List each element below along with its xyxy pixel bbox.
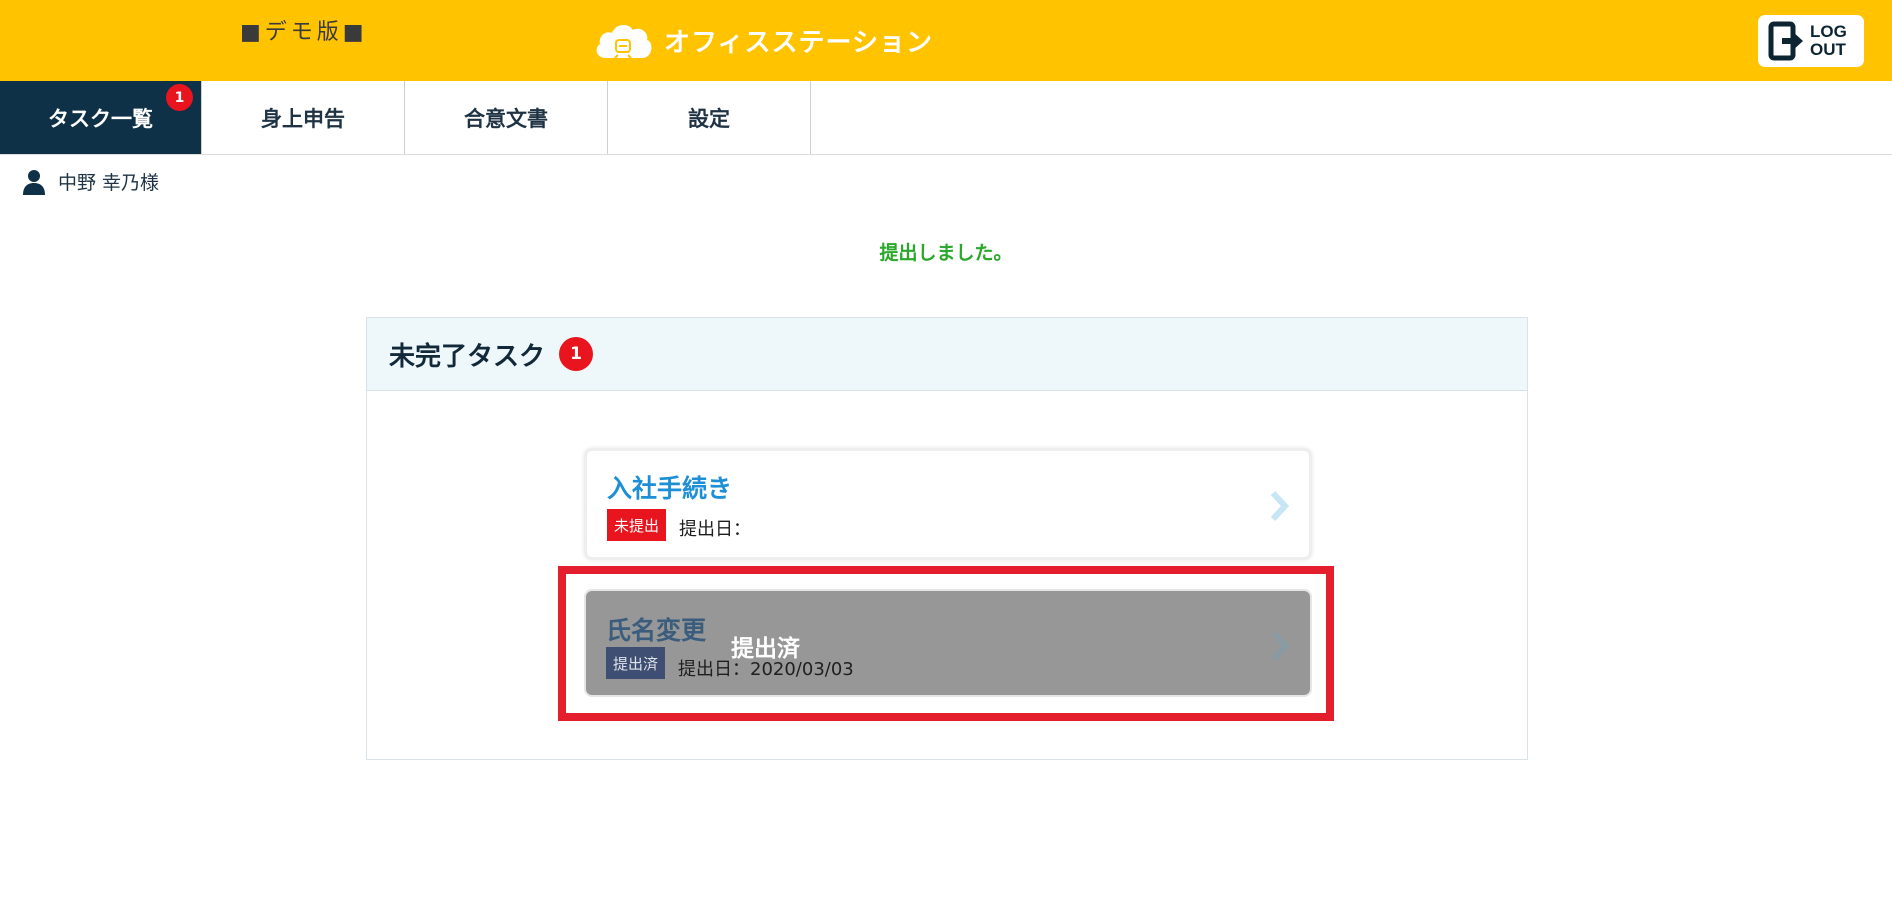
user-icon <box>23 169 45 195</box>
task-card-onboarding[interactable]: 入社手続き 未提出 提出日： <box>584 448 1312 560</box>
tab-task-list[interactable]: タスク一覧 1 <box>0 81 202 154</box>
logout-button[interactable]: LOG OUT <box>1758 15 1864 67</box>
user-info: 中野 幸乃様 <box>22 168 159 195</box>
flash-message: 提出しました。 <box>879 242 1013 264</box>
tab-badge: 1 <box>166 84 193 111</box>
panel-title: 未完了タスク <box>389 341 546 372</box>
cloud-logo-icon <box>596 24 652 59</box>
tab-label: タスク一覧 <box>48 106 153 131</box>
submitted-overlay: 提出済 <box>731 636 800 662</box>
status-badge: 提出済 <box>606 647 666 679</box>
user-name: 中野 幸乃様 <box>58 172 160 194</box>
brand: オフィスステーション <box>592 18 933 62</box>
status-badge: 未提出 <box>607 509 667 541</box>
tab-label: 設定 <box>688 106 730 131</box>
app-header: ■デモ版■ オフィスステーション LOG OUT <box>0 0 1892 81</box>
submit-date: 提出日： <box>679 519 751 540</box>
logout-icon <box>1768 21 1803 61</box>
incomplete-tasks-panel: 未完了タスク 1 入社手続き 未提出 提出日： 氏名変更 提出済 提出日：202… <box>366 317 1528 760</box>
tab-settings[interactable]: 設定 <box>608 81 811 154</box>
task-count-badge: 1 <box>559 337 594 371</box>
tab-personal-declaration[interactable]: 身上申告 <box>202 81 405 154</box>
chevron-right-icon <box>1271 630 1291 662</box>
demo-label: ■デモ版■ <box>240 20 368 45</box>
tab-label: 身上申告 <box>261 106 345 131</box>
tab-agreement-documents[interactable]: 合意文書 <box>405 81 608 154</box>
brand-name: オフィスステーション <box>664 27 933 58</box>
task-card-name-change[interactable]: 氏名変更 提出済 提出日：2020/03/03 提出済 <box>584 589 1312 697</box>
task-title: 氏名変更 <box>606 616 707 645</box>
tab-label: 合意文書 <box>464 106 548 131</box>
logout-label: LOG OUT <box>1810 22 1847 59</box>
main-tabs: タスク一覧 1 身上申告 合意文書 設定 <box>0 81 1892 155</box>
task-title: 入社手続き <box>607 474 733 503</box>
chevron-right-icon <box>1270 490 1290 522</box>
panel-header: 未完了タスク 1 <box>367 318 1527 391</box>
